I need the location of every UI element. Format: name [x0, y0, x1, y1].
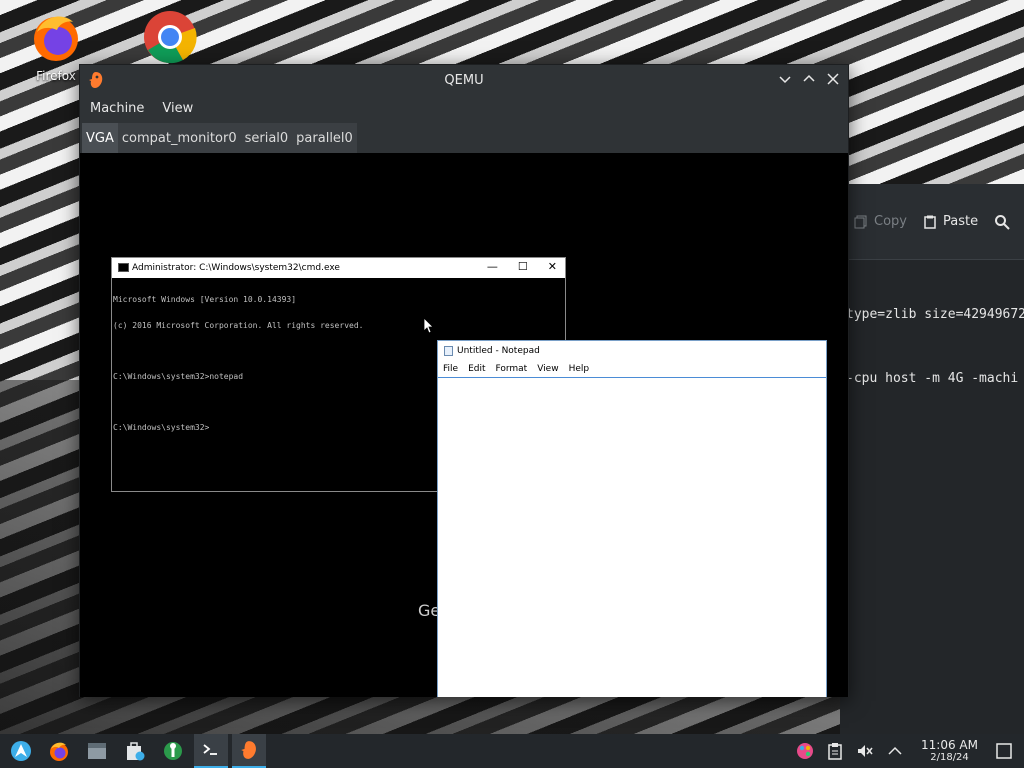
- copy-label: Copy: [874, 214, 907, 229]
- close-icon: [827, 73, 839, 85]
- terminal-output: type=zlib size=42949672 -cpu host -m 4G …: [840, 260, 1024, 435]
- taskbar-firefox[interactable]: [42, 734, 76, 768]
- paste-icon: [924, 215, 936, 229]
- qemu-icon: [241, 741, 256, 759]
- notepad-text-area[interactable]: [438, 378, 826, 697]
- taskbar: 11:06 AM 2/18/24: [0, 734, 1024, 768]
- cmd-maximize-button[interactable]: ☐: [518, 260, 528, 273]
- firefox-icon: [34, 16, 78, 61]
- mouse-cursor-icon: [424, 318, 434, 334]
- notepad-menu-view[interactable]: View: [537, 364, 558, 374]
- terminal-line: -cpu host -m 4G -machi: [846, 371, 1019, 386]
- qemu-icon: [89, 72, 103, 88]
- paste-button[interactable]: Paste: [923, 214, 978, 229]
- volume-muted-icon: [858, 745, 873, 757]
- tray-expand[interactable]: [883, 734, 907, 768]
- qemu-titlebar[interactable]: QEMU: [80, 65, 848, 95]
- clipboard-icon: [828, 743, 842, 760]
- launcher-button[interactable]: [4, 734, 38, 768]
- close-button[interactable]: [824, 70, 842, 88]
- qemu-window[interactable]: QEMU Machine View VGA compat_monitor0 se…: [79, 64, 849, 697]
- tools-icon: [164, 742, 182, 760]
- palette-icon: [797, 743, 814, 759]
- cmd-window-controls: — ☐ ✕: [487, 260, 557, 273]
- notepad-icon: [444, 346, 453, 356]
- vm-display[interactable]: Ge Administrator: C:\Windows\system32\cm…: [80, 153, 848, 697]
- chevron-up-icon: [803, 74, 815, 82]
- taskbar-store[interactable]: [118, 734, 152, 768]
- notepad-menu-file[interactable]: File: [443, 364, 458, 374]
- window-controls: [776, 70, 842, 88]
- chevron-up-icon: [888, 746, 902, 755]
- terminal-line: type=zlib size=42949672: [846, 307, 1024, 322]
- show-desktop-icon: [996, 743, 1012, 759]
- firefox-icon: [50, 742, 68, 761]
- taskbar-files[interactable]: [80, 734, 114, 768]
- minimize-button[interactable]: [776, 70, 794, 88]
- desktop-icon-chrome[interactable]: [134, 10, 206, 69]
- tab-parallel0[interactable]: parallel0: [292, 123, 357, 153]
- maximize-button[interactable]: [800, 70, 818, 88]
- tab-compat-monitor0[interactable]: compat_monitor0: [117, 123, 241, 153]
- notepad-menu-help[interactable]: Help: [569, 364, 590, 374]
- notepad-title: Untitled - Notepad: [457, 346, 540, 356]
- taskbar-qemu[interactable]: [232, 734, 266, 768]
- notepad-window[interactable]: Untitled - Notepad File Edit Format View…: [437, 340, 827, 697]
- terminal-toolbar: Copy Paste: [840, 184, 1024, 260]
- tray-volume[interactable]: [853, 734, 877, 768]
- tray-color-picker[interactable]: [793, 734, 817, 768]
- taskbar-tools[interactable]: [156, 734, 190, 768]
- cmd-icon: [118, 263, 129, 272]
- cmd-close-button[interactable]: ✕: [548, 260, 557, 273]
- cmd-minimize-button[interactable]: —: [487, 260, 498, 273]
- qemu-menubar: Machine View: [80, 95, 848, 121]
- menu-machine[interactable]: Machine: [90, 101, 144, 116]
- store-icon: [127, 742, 145, 761]
- tray-clipboard[interactable]: [823, 734, 847, 768]
- copy-icon: [854, 215, 867, 228]
- chevron-down-icon: [779, 76, 791, 84]
- chrome-icon: [144, 11, 197, 64]
- notepad-menu-format[interactable]: Format: [496, 364, 528, 374]
- taskbar-clock[interactable]: 11:06 AM 2/18/24: [921, 738, 978, 764]
- cmd-titlebar[interactable]: Administrator: C:\Windows\system32\cmd.e…: [112, 258, 565, 278]
- search-icon[interactable]: [994, 214, 1010, 230]
- background-terminal-window[interactable]: Copy Paste type=zlib size=42949672 -cpu …: [840, 184, 1024, 736]
- system-tray: 11:06 AM 2/18/24: [787, 734, 1024, 768]
- cmd-title: Administrator: C:\Windows\system32\cmd.e…: [132, 263, 340, 273]
- menu-view[interactable]: View: [162, 101, 193, 116]
- qemu-tabbar: VGA compat_monitor0 serial0 parallel0: [80, 121, 848, 153]
- notepad-titlebar[interactable]: Untitled - Notepad: [438, 341, 826, 361]
- paste-label: Paste: [942, 214, 979, 229]
- clock-date: 2/18/24: [930, 752, 969, 763]
- notepad-menu-edit[interactable]: Edit: [468, 364, 485, 374]
- clock-time: 11:06 AM: [921, 738, 978, 752]
- files-icon: [88, 743, 106, 759]
- launcher-icon: [11, 741, 31, 761]
- cmd-line: (c) 2016 Microsoft Corporation. All righ…: [113, 320, 364, 330]
- copy-button[interactable]: Copy: [854, 214, 907, 229]
- notepad-menubar: File Edit Format View Help: [438, 361, 826, 378]
- window-title: QEMU: [444, 72, 484, 88]
- tab-vga[interactable]: VGA: [82, 123, 118, 153]
- taskbar-terminal[interactable]: [194, 734, 228, 768]
- cmd-line: Microsoft Windows [Version 10.0.14393]: [113, 295, 297, 304]
- terminal-icon: [203, 744, 217, 755]
- show-desktop-button[interactable]: [992, 734, 1016, 768]
- tab-serial0[interactable]: serial0: [240, 123, 293, 153]
